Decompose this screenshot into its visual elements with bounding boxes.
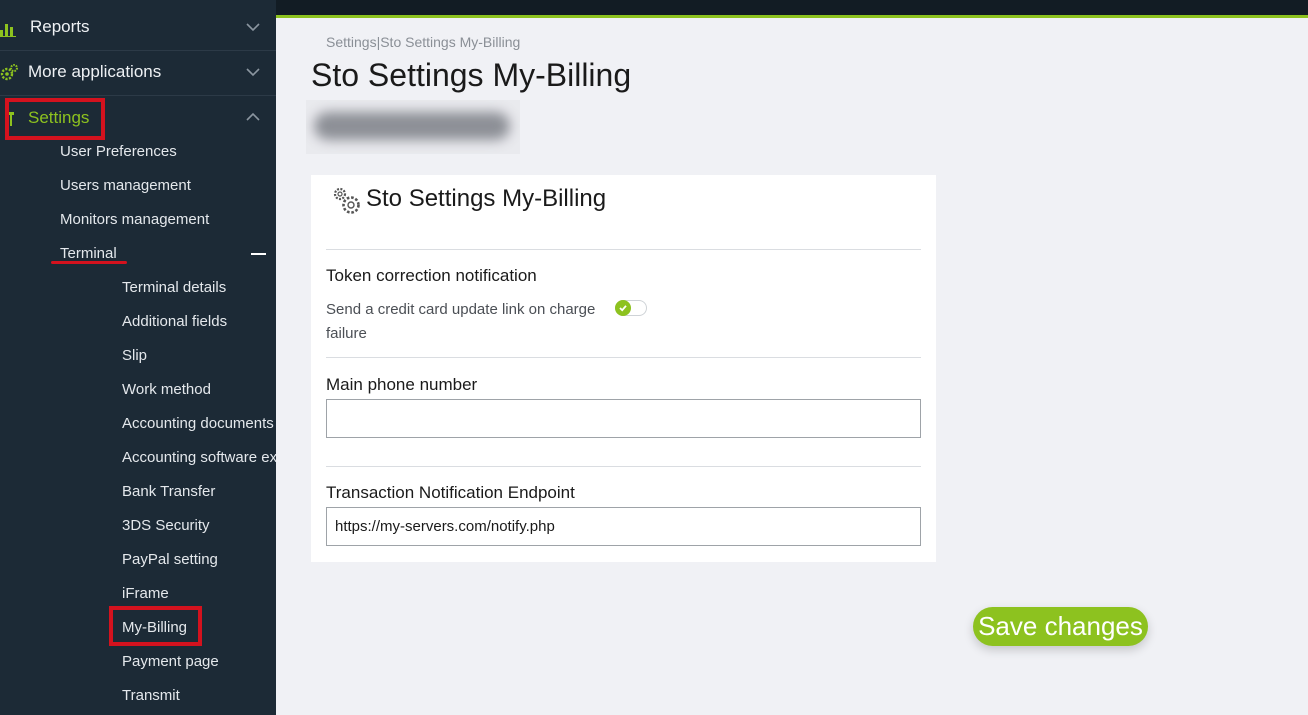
token-correction-toggle[interactable] xyxy=(615,300,647,316)
sidebar-item-terminal-details[interactable]: Terminal details xyxy=(122,279,226,296)
save-changes-button[interactable]: Save changes xyxy=(973,607,1148,646)
chevron-up-icon xyxy=(246,112,260,121)
divider xyxy=(326,357,921,358)
token-correction-description: Send a credit card update link on charge… xyxy=(326,301,596,342)
divider xyxy=(326,466,921,467)
collapse-minus-icon[interactable] xyxy=(251,253,266,255)
main-phone-label: Main phone number xyxy=(326,375,478,394)
sidebar-item-user-preferences[interactable]: User Preferences xyxy=(60,143,177,160)
chevron-down-icon xyxy=(246,68,260,77)
top-bar xyxy=(276,0,1308,15)
my-billing-highlight-box xyxy=(109,606,202,646)
sidebar-item-accounting-documents[interactable]: Accounting documents xyxy=(122,415,274,432)
sidebar-item-slip[interactable]: Slip xyxy=(122,347,147,364)
sidebar-item-monitors-management[interactable]: Monitors management xyxy=(60,211,209,228)
bar-chart-icon xyxy=(0,24,16,37)
chevron-down-icon xyxy=(246,23,260,32)
sidebar-item-iframe[interactable]: iFrame xyxy=(122,585,169,602)
endpoint-label: Transaction Notification Endpoint xyxy=(326,483,575,502)
endpoint-input[interactable] xyxy=(326,507,921,546)
sidebar: Reports More applications Settings User … xyxy=(0,0,276,715)
settings-card: Sto Settings My-Billing Token correction… xyxy=(311,175,936,562)
terminal-underline xyxy=(51,261,127,264)
sidebar-item-transmit[interactable]: Transmit xyxy=(122,687,180,704)
page-title: Sto Settings My-Billing xyxy=(311,57,632,93)
sidebar-item-payment-page[interactable]: Payment page xyxy=(122,653,219,670)
nav-reports[interactable]: Reports xyxy=(0,6,276,51)
sidebar-item-additional-fields[interactable]: Additional fields xyxy=(122,313,227,330)
sidebar-item-terminal[interactable]: Terminal xyxy=(60,245,117,262)
check-icon xyxy=(615,300,631,316)
gears-icon xyxy=(333,187,360,214)
sidebar-item-work-method[interactable]: Work method xyxy=(122,381,211,398)
settings-highlight-box xyxy=(5,98,105,140)
nav-reports-label: Reports xyxy=(30,17,90,36)
nav-more-applications[interactable]: More applications xyxy=(0,51,276,96)
top-bar-accent xyxy=(276,15,1308,18)
divider xyxy=(326,249,921,250)
nav-more-applications-label: More applications xyxy=(28,62,162,81)
sidebar-item-paypal-setting[interactable]: PayPal setting xyxy=(122,551,218,568)
gears-icon xyxy=(0,64,18,81)
main-phone-input[interactable] xyxy=(326,399,921,438)
sidebar-item-accounting-software-export[interactable]: Accounting software export xyxy=(122,449,276,466)
sidebar-item-3ds-security[interactable]: 3DS Security xyxy=(122,517,210,534)
breadcrumb: Settings|Sto Settings My-Billing xyxy=(326,34,521,50)
sidebar-item-users-management[interactable]: Users management xyxy=(60,177,191,194)
token-correction-label: Token correction notification xyxy=(326,266,537,285)
sidebar-item-bank-transfer[interactable]: Bank Transfer xyxy=(122,483,215,500)
card-title: Sto Settings My-Billing xyxy=(366,185,607,212)
redacted-block xyxy=(306,100,520,154)
